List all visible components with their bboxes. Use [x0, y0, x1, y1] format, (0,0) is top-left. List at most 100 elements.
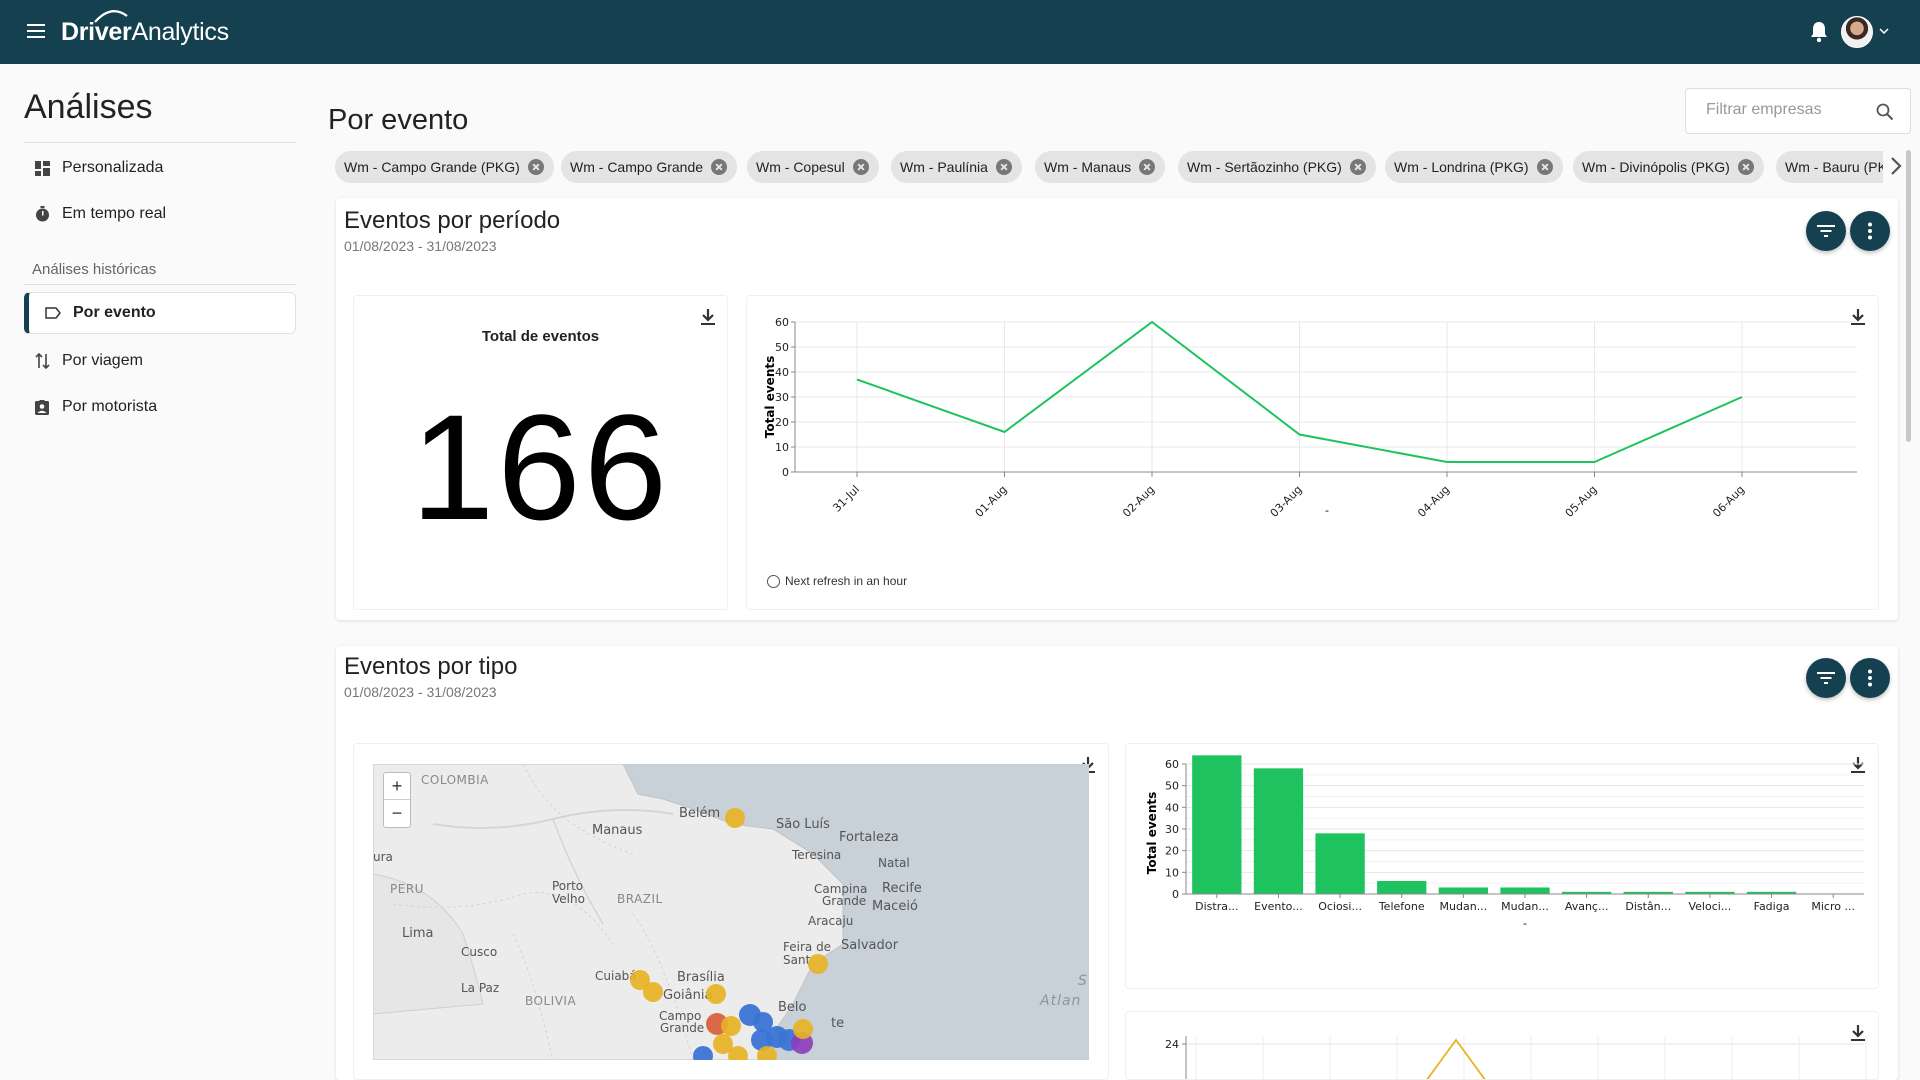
zoom-out-button[interactable]: −	[384, 800, 410, 827]
chevron-down-icon[interactable]	[1879, 28, 1889, 34]
map-marker[interactable]	[643, 982, 663, 1002]
map-marker[interactable]	[725, 808, 745, 828]
chip-label: Wm - Paulínia	[900, 159, 988, 175]
close-icon[interactable]	[1139, 159, 1156, 175]
company-filter-search	[1685, 88, 1911, 134]
map-marker[interactable]	[706, 984, 726, 1004]
sidebar-item-por-evento[interactable]: Por evento	[24, 292, 296, 334]
panel-title: Eventos por tipo	[344, 653, 518, 680]
x-tick-label: 04-Aug	[1415, 483, 1452, 520]
chip-label: Wm - Londrina (PKG)	[1394, 159, 1529, 175]
map-label: Belo	[778, 1000, 807, 1015]
close-icon[interactable]	[527, 159, 544, 175]
events-map[interactable]: + − COLOMBIA Belém São Luís Fortaleza Ma…	[373, 764, 1089, 1060]
x-tick-label: Evento...	[1254, 900, 1303, 913]
zoom-in-button[interactable]: +	[384, 773, 410, 800]
close-icon[interactable]	[1349, 159, 1366, 175]
sidebar-divider	[24, 284, 296, 285]
more-vert-icon	[1868, 222, 1872, 240]
notification-bell-icon[interactable]	[1810, 21, 1828, 43]
timer-icon	[34, 206, 50, 222]
company-chip[interactable]: Wm - Sertãozinho (PKG)	[1178, 151, 1376, 183]
map-label: BOLIVIA	[525, 994, 577, 1008]
company-chip[interactable]: Wm - Londrina (PKG)	[1385, 151, 1563, 183]
sidebar-item-personalizada[interactable]: Personalizada	[24, 148, 296, 188]
company-chip[interactable]: Wm - Paulínia	[891, 151, 1022, 183]
map-marker[interactable]	[793, 1019, 813, 1039]
company-chip[interactable]: Wm - Divinópolis (PKG)	[1573, 151, 1764, 183]
company-chip[interactable]: Wm - Manaus	[1035, 151, 1166, 183]
chip-label: Wm - Campo Grande	[570, 159, 704, 175]
map-label: Brasília	[677, 970, 725, 985]
download-icon[interactable]	[701, 308, 715, 326]
map-marker[interactable]	[808, 954, 828, 974]
filter-button[interactable]	[1806, 211, 1846, 251]
x-tick-label: Veloci...	[1688, 900, 1731, 913]
map-label: Goiânia	[663, 988, 713, 1003]
map-label: BRAZIL	[617, 892, 663, 906]
map-label: Manaus	[592, 823, 643, 838]
search-icon[interactable]	[1876, 103, 1894, 121]
map-label: Natal	[878, 856, 910, 870]
close-icon[interactable]	[711, 159, 728, 175]
total-events-value: 166	[410, 383, 671, 551]
map-label: Porto	[552, 879, 584, 893]
map-marker[interactable]	[721, 1016, 741, 1036]
sidebar-item-por-viagem[interactable]: Por viagem	[24, 341, 296, 381]
more-options-button[interactable]	[1850, 211, 1890, 251]
total-events-label: Total de eventos	[481, 328, 600, 345]
x-tick-label: 01-Aug	[973, 483, 1010, 520]
sidebar-item-label: Por motorista	[62, 398, 158, 415]
events-by-type-chart-card: 0 10 20 30 40 50 60 Distra... Evento... Ociosi...…	[1125, 743, 1879, 989]
map-label: COLOMBIA	[421, 773, 489, 787]
sidebar-item-label: Por evento	[73, 304, 156, 321]
route-icon	[34, 353, 50, 369]
search-input[interactable]	[1706, 101, 1866, 119]
filter-button[interactable]	[1806, 658, 1846, 698]
map-label: Salvador	[841, 938, 899, 953]
close-icon[interactable]	[852, 159, 869, 175]
map-marker[interactable]	[693, 1046, 713, 1060]
page-scrollbar[interactable]	[1906, 150, 1911, 442]
y-axis-label: Total events	[763, 356, 777, 438]
x-axis-label: -	[1523, 917, 1527, 930]
close-icon[interactable]	[1737, 159, 1754, 175]
map-label: Aracaju	[808, 914, 854, 928]
page-title: Por evento	[328, 104, 469, 136]
x-tick-label: Mudan...	[1440, 900, 1488, 913]
sidebar-item-label: Personalizada	[62, 159, 164, 176]
close-icon[interactable]	[995, 159, 1012, 175]
x-tick-label: Distra...	[1195, 900, 1238, 913]
sidebar-item-tempo-real[interactable]: Em tempo real	[24, 194, 296, 234]
company-chip[interactable]: Wm - Bauru (PKG)	[1776, 151, 1883, 183]
more-options-button[interactable]	[1850, 658, 1890, 698]
map-label: Fortaleza	[839, 830, 899, 845]
chevron-right-icon[interactable]	[1890, 156, 1902, 176]
company-chip[interactable]: Wm - Campo Grande (PKG)	[335, 151, 554, 183]
user-avatar[interactable]	[1841, 16, 1873, 48]
more-vert-icon	[1868, 669, 1872, 687]
company-chip[interactable]: Wm - Copesul	[747, 151, 879, 183]
bar	[1192, 755, 1242, 894]
map-marker[interactable]	[728, 1046, 748, 1060]
line-chart: 0 10 20 30 40 50 60 31-Jul 01-Aug 02-Aug 03-Aug 04-…	[763, 316, 1857, 520]
sidebar-item-por-motorista[interactable]: Por motorista	[24, 387, 296, 427]
y-tick-label: 30	[1165, 823, 1179, 836]
y-tick-label: 10	[775, 441, 789, 454]
map-marker[interactable]	[757, 1046, 777, 1060]
y-tick-label: 30	[775, 391, 789, 404]
company-chip[interactable]: Wm - Campo Grande	[561, 151, 738, 183]
y-tick-label: 24	[1165, 1038, 1179, 1051]
app-logo[interactable]: DriverAnalytics	[61, 10, 229, 47]
total-events-card: Total de eventos 166	[353, 295, 728, 610]
panel-title: Eventos por período	[344, 207, 561, 234]
close-icon[interactable]	[1536, 159, 1553, 175]
bar	[1377, 881, 1427, 894]
map-label: Grande	[660, 1021, 705, 1035]
x-tick-label: 02-Aug	[1120, 483, 1157, 520]
logo-swoosh-icon	[94, 10, 128, 23]
map-label: Feira de	[783, 940, 832, 954]
x-tick-label: Mudan...	[1501, 900, 1549, 913]
y-tick-label: 60	[1165, 758, 1179, 771]
menu-icon[interactable]	[27, 24, 45, 38]
